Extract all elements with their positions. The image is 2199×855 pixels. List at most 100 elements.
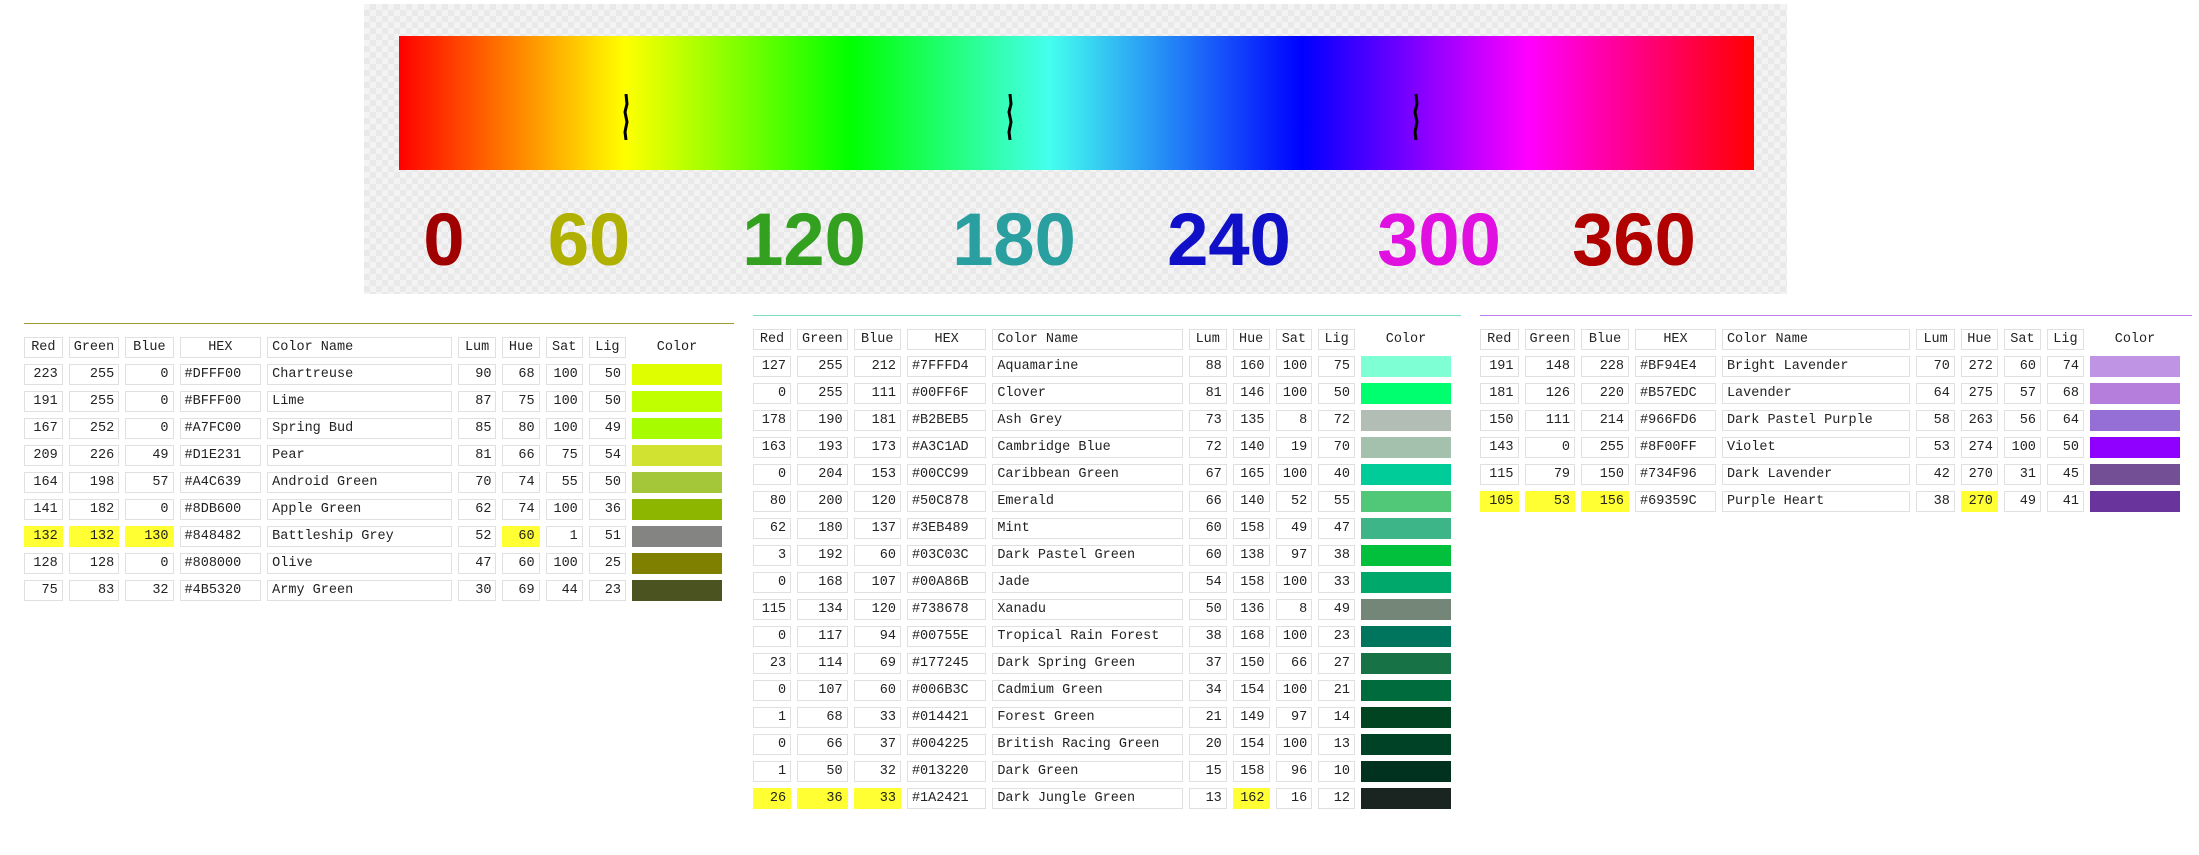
cell-name: Forest Green [992,707,1183,728]
column-header-lum: Lum [1188,329,1227,350]
cell-lum: 21 [1188,707,1227,728]
cell-lig: 51 [588,526,626,547]
table-row: 0 66 37 #004225 British Racing Green 20 154 100… [753,734,1451,755]
cell-lig: 12 [1318,788,1355,809]
cell-name: Bright Lavender [1721,356,1911,377]
table-header-row: Red Green Blue HEX Color Name Lum Hue Sat Lig Col… [24,337,722,358]
cell-name: Dark Jungle Green [992,788,1183,809]
cell-red: 1 [753,707,792,728]
cell-lig: 10 [1318,761,1355,782]
cell-hex: #BF94E4 [1635,356,1716,377]
cell-lum: 60 [1188,545,1227,566]
cell-color [1361,518,1451,539]
cell-hue: 140 [1232,437,1270,458]
cell-green: 114 [797,653,848,674]
cell-color [632,472,722,493]
cell-name: Mint [992,518,1183,539]
color-swatch [1361,518,1451,539]
color-swatch [632,472,722,493]
cell-blue: 33 [853,707,901,728]
column-header-hex: HEX [1635,329,1716,350]
cell-green: 36 [797,788,848,809]
table-row: 0 204 153 #00CC99 Caribbean Green 67 165 100 40 [753,464,1451,485]
cell-sat: 60 [2003,356,2041,377]
cell-sat: 19 [1275,437,1313,458]
cell-sat: 49 [1275,518,1313,539]
cell-green: 200 [797,491,848,512]
cell-blue: 107 [853,572,901,593]
cell-hue: 168 [1232,626,1270,647]
cell-lig: 33 [1318,572,1355,593]
cell-hex: #69359C [1635,491,1716,512]
table-row: 127 255 212 #7FFFD4 Aquamarine 88 160 100 75 [753,356,1451,377]
column-header-lig: Lig [2046,329,2084,350]
cell-blue: 173 [853,437,901,458]
column-header-name: Color Name [992,329,1183,350]
hue-label-300: 300 [1359,190,1519,290]
cell-color [632,580,722,601]
cell-lum: 70 [1916,356,1955,377]
cell-lig: 49 [588,418,626,439]
cell-sat: 57 [2003,383,2041,404]
column-header-hex: HEX [906,329,987,350]
cell-blue: 69 [853,653,901,674]
cell-sat: 100 [545,391,583,412]
cell-name: Dark Pastel Green [992,545,1183,566]
hue-label-240: 240 [1149,190,1309,290]
cell-blue: 255 [1581,437,1630,458]
cell-red: 178 [753,410,792,431]
cell-lum: 72 [1188,437,1227,458]
cell-sat: 100 [545,553,583,574]
table-row: 178 190 181 #B2BEB5 Ash Grey 73 135 8 72 [753,410,1451,431]
cell-lig: 50 [588,472,626,493]
cell-color [2090,356,2180,377]
color-swatch [2090,464,2180,485]
column-header-red: Red [753,329,792,350]
cell-red: 223 [24,364,63,385]
cell-blue: 130 [125,526,174,547]
color-swatch [1361,707,1451,728]
cell-hex: #50C878 [906,491,987,512]
cell-sat: 97 [1275,545,1313,566]
cell-sat: 44 [545,580,583,601]
cell-color [1361,383,1451,404]
cell-lig: 50 [588,364,626,385]
hue-marker-60 [622,94,629,140]
table-row: 1 50 32 #013220 Dark Green 15 158 96 10 [753,761,1451,782]
cell-blue: 0 [125,364,174,385]
cell-sat: 100 [1275,464,1313,485]
cell-name: Aquamarine [992,356,1183,377]
hue-label-180: 180 [934,190,1094,290]
color-swatch [2090,410,2180,431]
color-swatch [632,445,722,466]
cell-green: 128 [68,553,120,574]
cell-color [1361,761,1451,782]
cell-lum: 73 [1188,410,1227,431]
cell-green: 53 [1524,491,1576,512]
color-swatch [1361,464,1451,485]
cell-sat: 8 [1275,410,1313,431]
cell-hue: 149 [1232,707,1270,728]
panel-divider [1480,315,2192,316]
cell-red: 181 [1480,383,1519,404]
cell-name: Battleship Grey [267,526,452,547]
cell-lum: 38 [1916,491,1955,512]
cell-name: Dark Pastel Purple [1721,410,1911,431]
cell-hue: 154 [1232,734,1270,755]
cell-hue: 150 [1232,653,1270,674]
table-row: 143 0 255 #8F00FF Violet 53 274 100 50 [1480,437,2180,458]
table-row: 105 53 156 #69359C Purple Heart 38 270 49 41 [1480,491,2180,512]
column-header-lum: Lum [457,337,497,358]
color-swatch [632,526,722,547]
cell-sat: 31 [2003,464,2041,485]
cell-hex: #00CC99 [906,464,987,485]
cell-red: 0 [753,680,792,701]
cell-sat: 52 [1275,491,1313,512]
cell-hex: #7FFFD4 [906,356,987,377]
cell-sat: 96 [1275,761,1313,782]
cell-lig: 25 [588,553,626,574]
table-row: 181 126 220 #B57EDC Lavender 64 275 57 68 [1480,383,2180,404]
cell-green: 255 [68,364,120,385]
color-swatch [2090,491,2180,512]
cell-hue: 270 [1960,491,1998,512]
